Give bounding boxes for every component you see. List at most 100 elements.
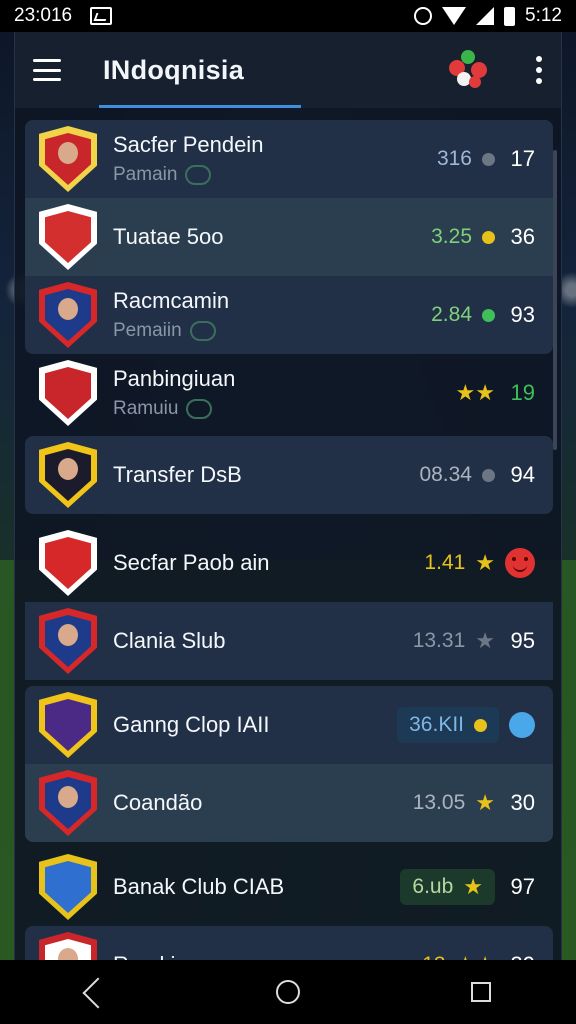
club-crest-icon [39,360,97,426]
status-dot-icon [482,468,495,482]
list-item[interactable]: Coandão 13.05 ★ 30 [25,764,553,842]
item-text: Racmcamin Pemaiin [113,288,229,342]
subtitle-badge-icon [186,399,213,419]
club-crest-icon [39,608,97,674]
wifi-icon [442,7,467,25]
status-dot-icon [482,308,495,322]
image-icon [90,7,113,25]
club-crest-icon [39,204,97,270]
score-pill: 6.ub ★ [400,869,495,905]
subtitle-text: Pamain [113,164,178,185]
smile-icon[interactable] [505,548,535,578]
item-stats: 316 17 [437,146,535,172]
item-stats: 13.31 ★ 95 [413,628,535,654]
item-text: Clania Slub [113,628,226,654]
club-name: Tuatae 5oo [113,224,224,249]
club-name: Ganng Clop IAII [113,712,270,737]
item-text: Coandão [113,790,202,816]
club-subtitle: Pemaiin [113,320,229,342]
check-icon[interactable] [509,712,535,738]
club-crest-icon [39,442,97,508]
item-text: Panbingiuan Ramuiu [113,366,235,420]
item-text: Ganng Clop IAII [113,712,270,738]
status-time-left: 23:016 [14,5,73,26]
score-value: 08.34 [419,463,472,486]
list-item[interactable]: Panbingiuan Ramuiu ★★ 19 [25,354,553,432]
item-text: Banak Club CIAB [113,874,284,900]
battery-icon [504,6,516,26]
rank-value: 17 [510,146,535,171]
club-crest-icon [39,530,97,596]
list-item[interactable]: Transfer DsB 08.34 94 [25,436,553,514]
status-bar: 23:016 5:12 [0,0,576,32]
list-item[interactable]: Sacfer Pendein Pamain 316 17 [25,120,553,198]
status-time-right: 5:12 [525,5,562,26]
navigation-bar [0,960,576,1024]
star-icon: ★ [475,790,495,815]
item-stats: 13.05 ★ 30 [413,790,535,816]
score-value: 6.ub [412,875,454,898]
club-crest-icon [39,692,97,758]
item-stats: ★★ 19 [456,380,535,406]
status-dot-icon [474,718,487,732]
rank-value: 95 [510,628,535,653]
star-icon: ★★ [455,380,495,405]
score-value: 1.41 [424,551,466,574]
rank-value: 94 [510,462,535,487]
recent-apps-icon[interactable] [470,982,491,1002]
score-value: 36.KII [409,713,464,736]
subtitle-text: Ramuiu [113,398,179,419]
more-options-icon[interactable] [535,56,543,84]
club-crest-icon [39,282,97,348]
item-text: Secfar Paob ain [113,550,270,576]
status-dot-icon [482,230,495,244]
club-name: Panbingiuan [113,366,236,391]
app-bar: INdoqnisia [15,32,561,108]
item-text: Transfer DsB [113,462,242,488]
score-pill: 36.KII [397,707,499,743]
app-panel: INdoqnisia Sacfer Pendein Pamain 316 17 Tuat… [14,32,562,1004]
alarm-icon [414,7,433,25]
club-name: Coandão [113,790,203,815]
club-name: Racmcamin [113,288,230,313]
club-subtitle: Pamain [113,164,263,186]
subtitle-badge-icon [189,321,216,341]
list-item[interactable]: Ganng Clop IAII 36.KII [25,686,553,764]
item-stats: 36.KII [397,707,535,743]
subtitle-badge-icon [185,165,212,185]
score-value: 13.31 [412,629,466,652]
score-value: 3.25 [431,225,472,248]
flower-logo-icon[interactable] [445,48,491,92]
star-icon: ★ [475,550,495,575]
club-name: Clania Slub [113,628,226,653]
club-crest-icon [39,126,97,192]
club-name: Sacfer Pendein [113,132,264,157]
club-crest-icon [39,854,97,920]
club-list: Sacfer Pendein Pamain 316 17 Tuatae 5oo 3.25 3… [25,120,553,1004]
rank-value: 97 [510,874,535,899]
signal-icon [476,7,495,25]
club-crest-icon [39,770,97,836]
score-value: 2.84 [431,303,472,326]
score-value: 13.05 [412,791,466,814]
score-value: 316 [436,147,472,170]
club-name: Transfer DsB [113,462,242,487]
item-stats: 2.84 93 [431,302,535,328]
list-item[interactable]: Clania Slub 13.31 ★ 95 [25,602,553,680]
rank-value: 93 [510,302,535,327]
list-item[interactable]: Racmcamin Pemaiin 2.84 93 [25,276,553,354]
page-title: INdoqnisia [103,54,245,85]
back-icon[interactable] [85,980,105,1004]
item-text: Sacfer Pendein Pamain [113,132,263,186]
rank-value: 36 [510,224,535,249]
scrollbar[interactable] [553,150,557,450]
menu-icon[interactable] [33,59,61,81]
item-stats: 3.25 36 [431,224,535,250]
item-stats: 1.41 ★ [424,548,535,578]
home-icon[interactable] [275,980,300,1004]
club-name: Secfar Paob ain [113,550,270,575]
list-item[interactable]: Secfar Paob ain 1.41 ★ [25,524,553,602]
list-item[interactable]: Tuatae 5oo 3.25 36 [25,198,553,276]
item-stats: 6.ub ★ 97 [400,869,535,905]
list-item[interactable]: Banak Club CIAB 6.ub ★ 97 [25,848,553,926]
